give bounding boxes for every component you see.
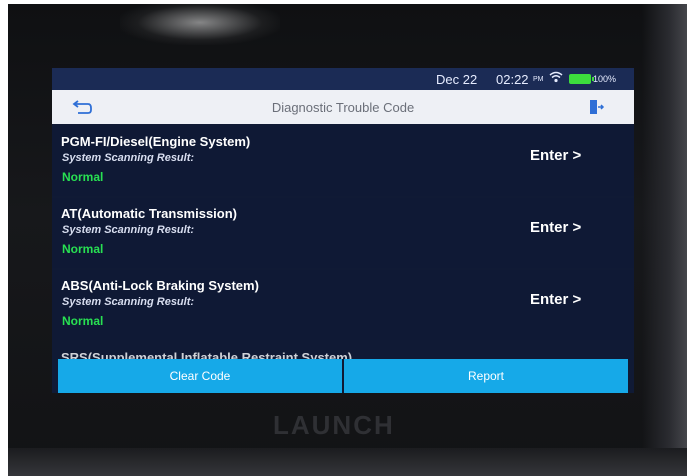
status-bar: Dec 22 02:22 PM 100%	[52, 68, 634, 90]
device-screen: Dec 22 02:22 PM 100% Diagnostic Trouble …	[52, 68, 634, 393]
bezel-right-edge	[642, 0, 687, 476]
scan-result-label: System Scanning Result:	[62, 152, 195, 164]
wifi-icon	[549, 71, 563, 86]
enter-button[interactable]: Enter >	[530, 219, 581, 236]
bezel-bottom-edge	[0, 448, 687, 476]
battery-percent: 100%	[593, 74, 617, 84]
status-ampm: PM	[533, 76, 544, 83]
scan-result-status: Normal	[62, 170, 104, 184]
list-item[interactable]: ABS(Anti-Lock Braking System) System Sca…	[52, 270, 634, 340]
clear-code-button[interactable]: Clear Code	[58, 359, 342, 393]
scan-result-label: System Scanning Result:	[62, 296, 195, 308]
system-name: ABS(Anti-Lock Braking System)	[61, 278, 259, 293]
list-item[interactable]: AT(Automatic Transmission) System Scanni…	[52, 198, 634, 268]
system-list: PGM-FI/Diesel(Engine System) System Scan…	[52, 126, 634, 362]
status-time: 02:22	[496, 72, 529, 87]
scan-result-status: Normal	[62, 314, 104, 328]
page-title: Diagnostic Trouble Code	[271, 100, 415, 115]
system-name: AT(Automatic Transmission)	[61, 206, 238, 221]
screen-glare	[120, 0, 280, 45]
enter-button[interactable]: Enter >	[530, 147, 581, 164]
report-button[interactable]: Report	[344, 359, 628, 393]
system-name: PGM-FI/Diesel(Engine System)	[61, 134, 251, 149]
scan-result-label: System Scanning Result:	[62, 224, 195, 236]
list-item[interactable]: PGM-FI/Diesel(Engine System) System Scan…	[52, 126, 634, 196]
exit-icon[interactable]	[587, 98, 605, 116]
scan-result-status: Normal	[62, 242, 104, 256]
device-brand-logo: LAUNCH	[273, 410, 395, 440]
photo-edge-top	[0, 0, 687, 4]
enter-button[interactable]: Enter >	[530, 291, 581, 308]
status-date: Dec 22	[436, 72, 478, 87]
action-bar: Clear Code Report	[58, 359, 628, 393]
photo-edge-left	[0, 0, 8, 476]
battery-icon	[569, 74, 594, 84]
title-bar: Diagnostic Trouble Code	[52, 90, 634, 124]
